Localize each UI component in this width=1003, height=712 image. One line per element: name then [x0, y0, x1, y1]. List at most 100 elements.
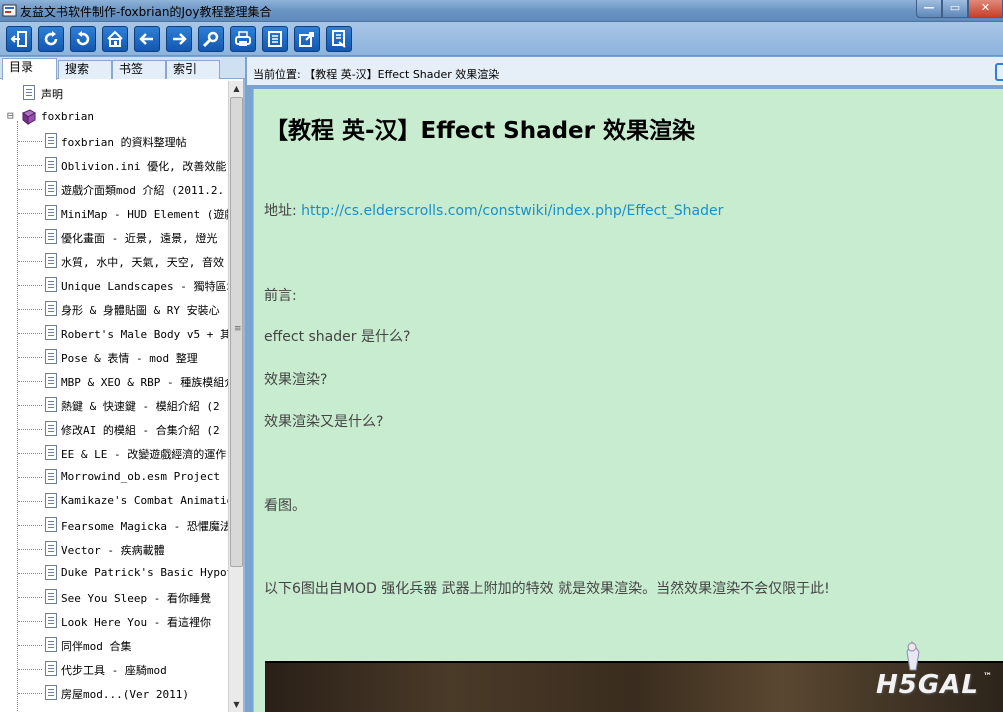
tab-bookmarks[interactable]: 书签	[112, 60, 166, 79]
tree-branch-line	[18, 309, 42, 310]
tree-item[interactable]: MBP & XEO & RBP - 種族模組介	[4, 369, 228, 393]
tree-item[interactable]: Vector - 疾病載體	[4, 537, 228, 561]
address-label: 地址:	[264, 203, 297, 219]
article-heading: 【教程 英-汉】Effect Shader 效果渲染	[265, 118, 696, 144]
article-line: 效果渲染又是什么?	[264, 414, 384, 430]
tab-search[interactable]: 搜索	[58, 60, 112, 79]
panel-edge-icon	[995, 63, 1003, 81]
tree-scrollbar[interactable]: ▲ ≡ ▼	[228, 81, 243, 712]
tree-item-label: MiniMap - HUD Element (遊戲	[61, 208, 228, 221]
tree-item-label: 熱鍵 & 快速鍵 - 模組介紹 (2	[61, 400, 220, 413]
tree-item[interactable]: 修改AI 的模組 - 合集介紹 (2	[4, 417, 228, 441]
back-button[interactable]	[134, 26, 160, 52]
home-button[interactable]	[102, 26, 128, 52]
tree-item[interactable]: 同伴mod 合集	[4, 633, 228, 657]
page-icon	[45, 373, 57, 388]
tree-item-label: 修改AI 的模組 - 合集介紹 (2	[61, 424, 220, 437]
tree-item[interactable]: 身形 & 身體貼圖 & RY 安裝心	[4, 297, 228, 321]
location-bar: 当前位置: 【教程 英-汉】Effect Shader 效果渲染	[247, 57, 1003, 87]
scroll-up-arrow[interactable]: ▲	[229, 81, 244, 96]
article-line: 以下6图出自MOD 强化兵器 武器上附加的特效 就是效果渲染。当然效果渲染不会仅…	[264, 581, 830, 597]
tree-branch-line	[18, 573, 42, 574]
page-icon	[45, 301, 57, 316]
tree-branch-line	[18, 333, 42, 334]
tree-branch-line	[18, 405, 42, 406]
tree-item-label: 代步工具 - 座騎mod	[61, 664, 167, 677]
tree-item[interactable]: Oblivion.ini 優化, 改善效能	[4, 153, 228, 177]
tree-branch-line	[18, 501, 42, 502]
scroll-thumb[interactable]: ≡	[230, 97, 243, 567]
page-icon	[45, 421, 57, 436]
tree-branch-line	[18, 597, 42, 598]
page-icon	[45, 133, 57, 148]
tree-item-label: 同伴mod 合集	[61, 640, 132, 653]
tree-branch-line	[18, 165, 42, 166]
tree-item[interactable]: Unique Landscapes - 獨特區域	[4, 273, 228, 297]
tree-item[interactable]: 優化畫面 - 近景, 遠景, 燈光	[4, 225, 228, 249]
tree-item[interactable]: 水質, 水中, 天氣, 天空, 音效	[4, 249, 228, 273]
tree-branch-line	[18, 189, 42, 190]
tree-item[interactable]: Fearsome Magicka - 恐懼魔法	[4, 513, 228, 537]
scroll-down-arrow[interactable]: ▼	[229, 697, 244, 712]
tree-item[interactable]: Look Here You - 看這裡你	[4, 609, 228, 633]
tree-item[interactable]: 声明	[4, 81, 228, 105]
page-icon	[45, 541, 57, 556]
app-icon	[2, 4, 17, 17]
tab-index[interactable]: 索引	[166, 60, 220, 79]
tree-item[interactable]: Duke Patrick's Basic Hypoth	[4, 561, 228, 585]
page-icon	[45, 277, 57, 292]
tree-item[interactable]: EE & LE - 改變遊戲經濟的運作	[4, 441, 228, 465]
page-icon	[45, 661, 57, 676]
tree-item[interactable]: See You Sleep - 看你睡覺	[4, 585, 228, 609]
document-button[interactable]	[326, 26, 352, 52]
tree-item[interactable]: 熱鍵 & 快速鍵 - 模組介紹 (2	[4, 393, 228, 417]
tree-item[interactable]: Kamikaze's Combat Animation	[4, 489, 228, 513]
tree-item-label: 房屋mod...(Ver 2011)	[61, 688, 189, 701]
page-icon	[45, 613, 57, 628]
tree-item[interactable]: Pose & 表情 - mod 整理	[4, 345, 228, 369]
tree-item-label: Duke Patrick's Basic Hypoth	[61, 566, 228, 579]
page-icon	[45, 445, 57, 460]
tree-item-label: Vector - 疾病載體	[61, 544, 165, 557]
tree-item[interactable]: Robert's Male Body v5 + 其他	[4, 321, 228, 345]
tree-branch-line	[18, 141, 42, 142]
article-line: effect shader 是什么?	[264, 329, 411, 345]
address-link[interactable]: http://cs.elderscrolls.com/constwiki/ind…	[301, 203, 723, 219]
page-icon	[45, 493, 57, 508]
undo-button[interactable]	[70, 26, 96, 52]
exit-button[interactable]	[6, 26, 32, 52]
page-icon	[45, 205, 57, 220]
address-line: 地址: http://cs.elderscrolls.com/constwiki…	[264, 200, 723, 220]
forward-icon	[173, 33, 187, 45]
tree-item[interactable]: 房屋mod...(Ver 2011)	[4, 681, 228, 705]
refresh-button[interactable]	[38, 26, 64, 52]
tab-contents[interactable]: 目录	[2, 58, 57, 80]
tree-item-label: Oblivion.ini 優化, 改善效能	[61, 160, 227, 173]
tree-item[interactable]: ⊟ foxbrian	[4, 105, 228, 129]
page-icon	[45, 637, 57, 652]
forward-button[interactable]	[166, 26, 192, 52]
tree-item[interactable]: MiniMap - HUD Element (遊戲	[4, 201, 228, 225]
notes-button[interactable]	[262, 26, 288, 52]
page-icon	[23, 85, 35, 100]
print-button[interactable]	[230, 26, 256, 52]
tree-item[interactable]: foxbrian 的資料整理帖	[4, 129, 228, 153]
tree-item[interactable]: 代步工具 - 座騎mod	[4, 657, 228, 681]
article-content: 【教程 英-汉】Effect Shader 效果渲染 地址: http://cs…	[253, 89, 1003, 712]
tree-branch-line	[18, 525, 42, 526]
tree-item[interactable]: Morrowind_ob.esm Project -	[4, 465, 228, 489]
tree-item-label: 声明	[41, 88, 63, 101]
tree-item-label: Robert's Male Body v5 + 其他	[61, 328, 228, 341]
tree-item-label: foxbrian	[41, 110, 94, 123]
maximize-button[interactable]: ▭	[942, 0, 968, 18]
close-button[interactable]: ✕	[968, 0, 1003, 18]
tree-item-label: MBP & XEO & RBP - 種族模組介	[61, 376, 228, 389]
tree-item[interactable]: 遊戲介面類mod 介紹 (2011.2.	[4, 177, 228, 201]
minimize-button[interactable]: —	[916, 0, 942, 18]
search-button[interactable]	[198, 26, 224, 52]
collapse-icon[interactable]: ⊟	[7, 109, 14, 122]
export-button[interactable]	[294, 26, 320, 52]
document-icon	[332, 30, 346, 48]
tree-branch-line	[18, 549, 42, 550]
tree-item-label: Kamikaze's Combat Animation	[61, 494, 228, 507]
